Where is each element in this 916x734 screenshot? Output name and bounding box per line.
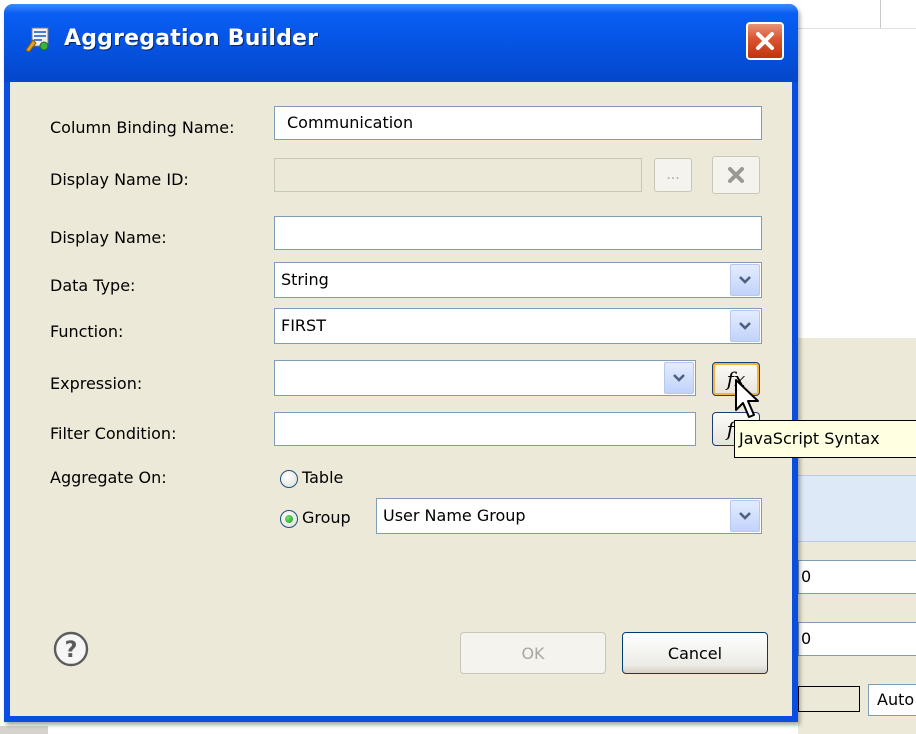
dialog-body: Column Binding Name: Communication Displ… bbox=[10, 82, 792, 716]
chevron-down-icon bbox=[739, 276, 751, 284]
background-field[interactable]: 0 bbox=[798, 622, 916, 656]
close-button[interactable] bbox=[746, 22, 784, 60]
ok-button[interactable]: OK bbox=[460, 632, 606, 674]
table-radio-label[interactable]: Table bbox=[302, 468, 343, 487]
column-binding-name-field[interactable]: Communication bbox=[274, 106, 762, 140]
background-strip bbox=[0, 726, 48, 734]
chevron-down-icon bbox=[739, 322, 751, 330]
svg-text:?: ? bbox=[65, 638, 78, 663]
display-name-label: Display Name: bbox=[50, 228, 167, 247]
expression-dropdown-button[interactable] bbox=[664, 362, 694, 394]
display-name-id-label: Display Name ID: bbox=[50, 170, 189, 189]
data-type-dropdown-button[interactable] bbox=[730, 264, 760, 296]
function-value: FIRST bbox=[281, 316, 326, 335]
expression-combo[interactable] bbox=[274, 360, 696, 396]
display-name-id-field bbox=[274, 158, 642, 192]
data-type-select[interactable]: String bbox=[274, 262, 762, 298]
background-divider bbox=[798, 28, 916, 29]
data-type-label: Data Type: bbox=[50, 276, 136, 295]
mouse-pointer-icon bbox=[735, 379, 759, 418]
chevron-down-icon bbox=[673, 374, 685, 382]
group-dropdown-button[interactable] bbox=[730, 500, 760, 532]
expression-label: Expression: bbox=[50, 374, 143, 393]
aggregation-builder-dialog: Aggregation Builder Column Binding Name:… bbox=[4, 4, 798, 722]
function-dropdown-button[interactable] bbox=[730, 310, 760, 342]
help-icon[interactable]: ? bbox=[52, 630, 90, 668]
background-selected-row bbox=[798, 475, 916, 542]
column-binding-name-label: Column Binding Name: bbox=[50, 118, 235, 137]
data-type-value: String bbox=[281, 270, 329, 289]
filter-condition-field[interactable] bbox=[274, 412, 696, 446]
function-select[interactable]: FIRST bbox=[274, 308, 762, 344]
clear-x-icon bbox=[728, 167, 744, 183]
background-color-swatch[interactable] bbox=[798, 686, 860, 712]
display-name-field[interactable] bbox=[274, 216, 762, 250]
title-bar[interactable]: Aggregation Builder bbox=[4, 4, 798, 82]
clear-button[interactable] bbox=[712, 156, 760, 194]
function-label: Function: bbox=[50, 322, 124, 341]
browse-button[interactable]: ... bbox=[654, 158, 692, 192]
cancel-button[interactable]: Cancel bbox=[622, 632, 768, 674]
group-select[interactable]: User Name Group bbox=[376, 498, 762, 534]
table-radio[interactable] bbox=[280, 470, 298, 488]
dialog-title: Aggregation Builder bbox=[64, 26, 319, 51]
close-icon bbox=[756, 32, 774, 50]
filter-condition-label: Filter Condition: bbox=[50, 424, 177, 443]
aggregate-on-label: Aggregate On: bbox=[50, 468, 167, 487]
javascript-syntax-tooltip: JavaScript Syntax bbox=[734, 420, 916, 458]
aggregation-builder-icon bbox=[25, 27, 49, 52]
group-radio-label[interactable]: Group bbox=[302, 508, 351, 527]
background-divider bbox=[880, 0, 881, 28]
background-field[interactable]: 0 bbox=[798, 560, 916, 594]
group-select-value: User Name Group bbox=[383, 506, 526, 525]
group-radio[interactable] bbox=[280, 510, 298, 528]
chevron-down-icon bbox=[739, 512, 751, 520]
background-auto-field[interactable]: Auto bbox=[868, 684, 916, 716]
